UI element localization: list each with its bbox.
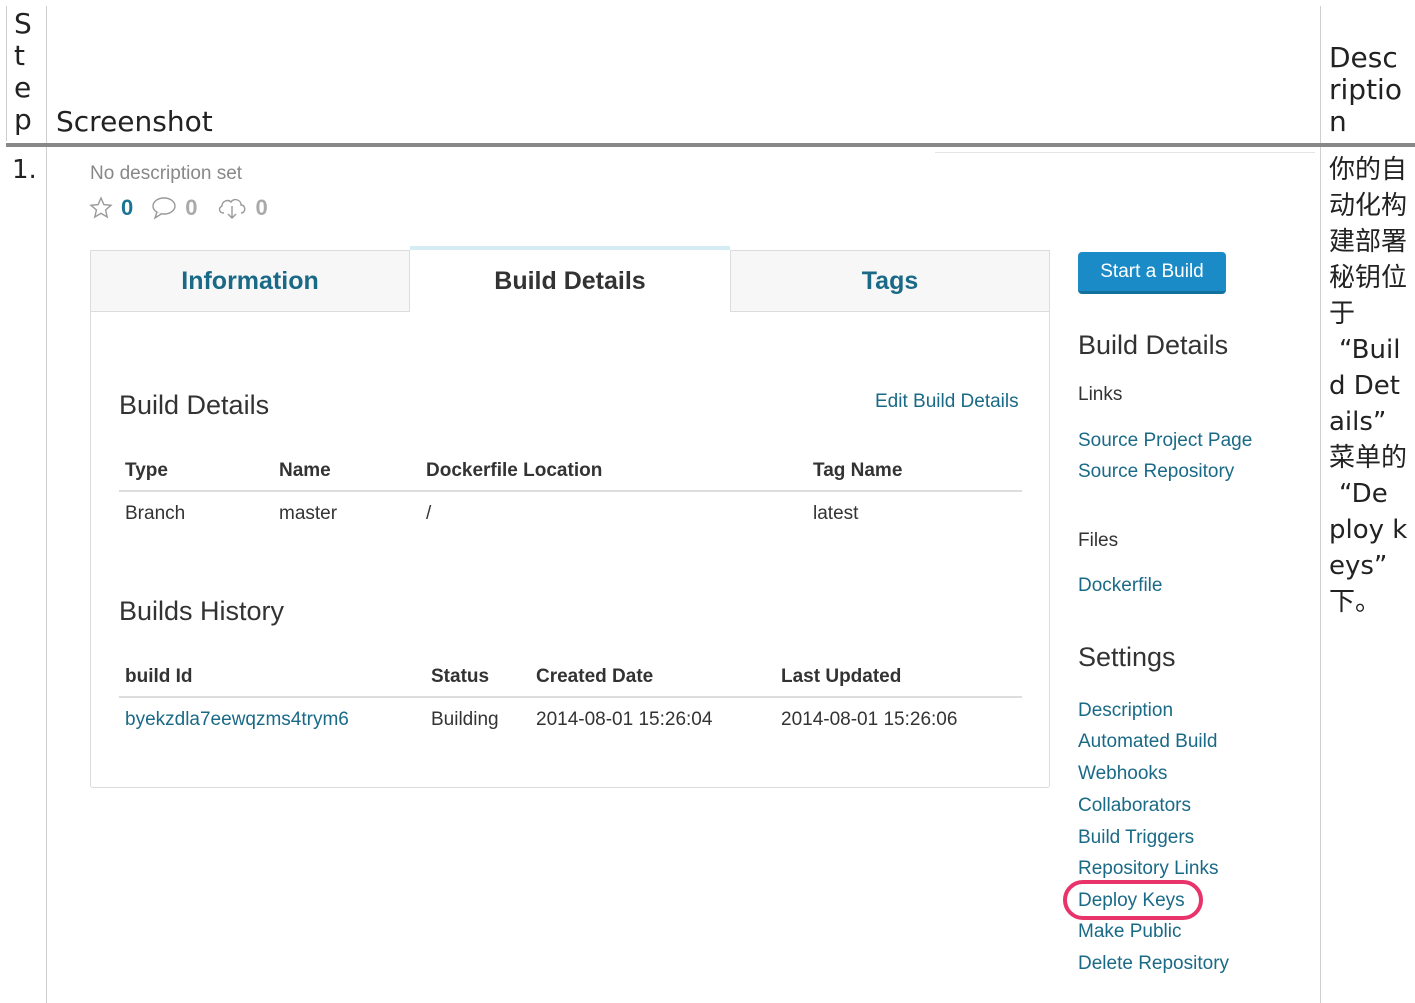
dockerfile-link[interactable]: Dockerfile [1078,575,1162,597]
start-build-button[interactable]: Start a Build [1078,252,1226,294]
settings-collaborators-link[interactable]: Collaborators [1078,795,1191,817]
repo-description: No description set [90,163,243,184]
sidebar-links-label: Links [1078,384,1123,405]
column-divider-description [1320,6,1321,1003]
settings-build-triggers-link[interactable]: Build Triggers [1078,827,1194,849]
edit-build-details-link[interactable]: Edit Build Details [875,391,1019,413]
settings-repository-links-link[interactable]: Repository Links [1078,858,1218,880]
sidebar-settings-title: Settings [1078,642,1176,672]
build-details-title: Build Details [119,390,270,420]
comment-count: 0 [185,195,198,220]
sidebar-build-details-title: Build Details [1078,330,1229,360]
settings-description-link[interactable]: Description [1078,700,1173,722]
cloud-download-icon[interactable] [216,196,248,220]
tab-build-details[interactable]: Build Details [410,246,730,312]
column-header-last-updated: Last Updated [781,666,902,687]
settings-webhooks-link[interactable]: Webhooks [1078,763,1167,785]
header-screenshot: Screenshot [56,105,213,138]
build-status-cell: Building [431,709,499,730]
column-header-dockerfile-location: Dockerfile Location [426,460,603,481]
star-count: 0 [121,195,134,220]
builds-history-title: Builds History [119,596,285,626]
build-id-link[interactable]: byekzdla7eewqzms4trym6 [125,709,349,731]
build-name-cell: master [279,503,338,524]
tab-information[interactable]: Information [90,250,410,312]
tab-tags[interactable]: Tags [730,250,1050,312]
settings-delete-repository-link[interactable]: Delete Repository [1078,953,1229,975]
top-divider [935,152,1315,153]
comment-icon[interactable] [151,196,177,220]
last-updated-cell: 2014-08-01 15:26:06 [781,709,958,730]
tag-name-cell: latest [813,503,859,524]
column-divider-step [46,6,47,1003]
settings-automated-build-link[interactable]: Automated Build [1078,731,1217,753]
column-header-status: Status [431,666,490,687]
column-header-type: Type [125,460,168,481]
build-details-panel [90,250,1050,788]
repo-stats: 0 0 0 [89,195,278,221]
source-project-page-link[interactable]: Source Project Page [1078,430,1252,452]
dockerfile-location-cell: / [426,503,432,524]
build-type-cell: Branch [125,503,186,524]
table-rule [119,490,1022,492]
column-header-created-date: Created Date [536,666,654,687]
header-rule [6,143,1415,147]
header-step: S t e p [14,7,32,136]
settings-make-public-link[interactable]: Make Public [1078,921,1182,943]
column-header-build-id: build Id [125,666,193,687]
sidebar-files-label: Files [1078,530,1119,551]
column-header-tag-name: Tag Name [813,460,903,481]
star-icon[interactable] [89,196,113,220]
table-rule [119,696,1022,698]
download-count: 0 [255,195,268,220]
header-description: Desc riptio n [1329,41,1402,138]
created-date-cell: 2014-08-01 15:26:04 [536,709,713,730]
source-repository-link[interactable]: Source Repository [1078,461,1234,483]
deploy-keys-highlight [1063,880,1203,920]
step-description: 你的自 动化构 建部署 秘钥位 于 “Buil d Det ails” 菜单的 … [1329,155,1408,617]
step-number: 1. [12,155,37,185]
column-header-name: Name [279,460,331,481]
